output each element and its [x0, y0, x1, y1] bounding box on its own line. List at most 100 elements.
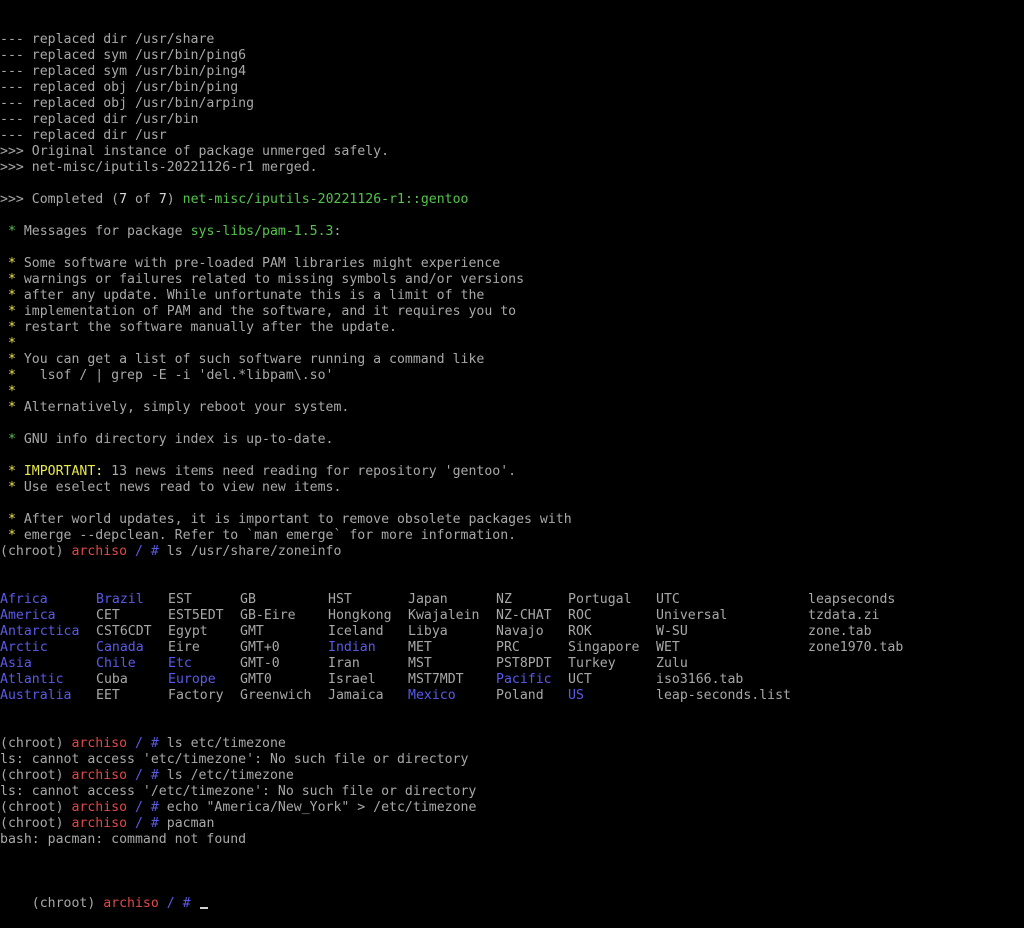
terminal-line: --- replaced sym /usr/bin/ping4 — [0, 64, 1024, 80]
directory-entry: Antarctica — [0, 624, 80, 639]
file-entry: Cuba — [96, 672, 128, 687]
terminal-text: : — [333, 224, 342, 239]
terminal-line: * You can get a list of such software ru… — [0, 352, 1024, 368]
listing-row: America CET EST5EDT GB-Eire Hongkong Kwajalei… — [0, 608, 1024, 624]
terminal-text: ls /usr/share/zoneinfo — [166, 544, 342, 559]
file-entry: GMT — [240, 624, 264, 639]
zoneinfo-listing: Africa Brazil EST GB HST Japan NZ Portugal UTC le… — [0, 592, 1024, 704]
terminal-line: --- replaced obj /usr/bin/ping — [0, 80, 1024, 96]
terminal-text: --- replaced obj /usr/bin/ping — [0, 80, 239, 95]
file-entry: GMT-0 — [240, 656, 280, 671]
terminal-text: archiso — [71, 768, 128, 783]
terminal-line: >>> Completed (7 of 7) net-misc/iputils-… — [0, 192, 1024, 208]
terminal-text: / # — [127, 736, 167, 751]
directory-entry: Indian — [328, 640, 376, 655]
file-entry: WET — [656, 640, 680, 655]
terminal-text: * — [0, 368, 24, 383]
file-entry: Factory — [168, 688, 224, 703]
terminal-line: bash: pacman: command not found — [0, 832, 1024, 848]
terminal-line: (chroot) archiso / # pacman — [0, 816, 1024, 832]
terminal-text: ls: cannot access 'etc/timezone': No suc… — [0, 752, 469, 767]
terminal-line: * Messages for package sys-libs/pam-1.5.… — [0, 224, 1024, 240]
listing-row: Asia Chile Etc GMT-0 Iran MST PST8PDT Turkey Zul… — [0, 656, 1024, 672]
terminal-text: * — [0, 528, 24, 543]
command-prompt-line[interactable]: (chroot) archiso / # — [0, 880, 1024, 911]
terminal-line: --- replaced dir /usr/bin — [0, 112, 1024, 128]
terminal-text: --- replaced sym /usr/bin/ping6 — [0, 48, 247, 63]
file-entry: Portugal — [568, 592, 632, 607]
terminal-text: ) — [166, 192, 183, 207]
terminal-text: * — [0, 288, 24, 303]
terminal-line: (chroot) archiso / # ls /usr/share/zonei… — [0, 544, 1024, 560]
terminal-text: --- replaced sym /usr/bin/ping4 — [0, 64, 247, 79]
file-entry: CST6CDT — [96, 624, 152, 639]
terminal-text: * — [0, 432, 24, 447]
terminal-text: * — [0, 384, 24, 399]
terminal-line: * implementation of PAM and the software… — [0, 304, 1024, 320]
file-entry: ROK — [568, 624, 592, 639]
terminal-text: GNU info directory index is up-to-date. — [23, 432, 334, 447]
terminal-text: pacman — [166, 816, 215, 831]
terminal-text: lsof / | grep -E -i 'del.*libpam\.so' — [23, 368, 334, 383]
text-cursor[interactable] — [199, 907, 208, 909]
terminal-text: * — [0, 224, 24, 239]
terminal-text: Use — [23, 480, 56, 495]
file-entry: GMT+0 — [240, 640, 280, 655]
directory-entry: Europe — [168, 672, 216, 687]
file-entry: zone1970.tab — [808, 640, 904, 655]
terminal-text: >>> Original instance of package unmerge… — [0, 144, 390, 159]
terminal-line: * warnings or failures related to missin… — [0, 272, 1024, 288]
terminal-line: * — [0, 336, 1024, 352]
terminal-line: * emerge --depclean. Refer to `man emerg… — [0, 528, 1024, 544]
terminal-line: * lsof / | grep -E -i 'del.*libpam\.so' — [0, 368, 1024, 384]
file-entry: EST — [168, 592, 192, 607]
terminal-line: --- replaced sym /usr/bin/ping6 — [0, 48, 1024, 64]
file-entry: GB-Eire — [240, 608, 296, 623]
terminal-text: * — [0, 464, 24, 479]
file-entry: EST5EDT — [168, 608, 224, 623]
directory-entry: Etc — [168, 656, 192, 671]
file-entry: Israel — [328, 672, 376, 687]
file-entry: zone.tab — [808, 624, 872, 639]
directory-entry: Atlantic — [0, 672, 64, 687]
file-entry: Poland — [496, 688, 544, 703]
terminal-text: (chroot) — [0, 816, 72, 831]
terminal-text: of — [127, 192, 159, 207]
file-entry: HST — [328, 592, 352, 607]
file-entry: Turkey — [568, 656, 616, 671]
terminal-output-bottom: (chroot) archiso / # ls etc/timezone ls: … — [0, 736, 1024, 848]
terminal-text: * — [0, 512, 24, 527]
terminal-line: --- replaced obj /usr/bin/arping — [0, 96, 1024, 112]
terminal-line: * GNU info directory index is up-to-date… — [0, 432, 1024, 448]
terminal-text: 7 — [119, 192, 128, 207]
terminal-text: --- replaced dir /usr/share — [0, 32, 215, 47]
file-entry: UCT — [568, 672, 592, 687]
directory-entry: Africa — [0, 592, 48, 607]
terminal-text: net-misc/iputils-20221126-r1::gentoo — [182, 192, 469, 207]
terminal-line: * IMPORTANT: 13 news items need reading … — [0, 464, 1024, 480]
terminal-text: * — [0, 320, 24, 335]
terminal-line: ls: cannot access 'etc/timezone': No suc… — [0, 752, 1024, 768]
terminal-window[interactable]: --- replaced dir /usr/share --- replaced … — [0, 0, 1024, 911]
file-entry: MST — [408, 656, 432, 671]
file-entry: Hongkong — [328, 608, 392, 623]
terminal-line: (chroot) archiso / # ls etc/timezone — [0, 736, 1024, 752]
terminal-line: * After world updates, it is important t… — [0, 512, 1024, 528]
terminal-text: / # — [127, 816, 167, 831]
file-entry: NZ — [496, 592, 512, 607]
terminal-text: Alternatively, simply reboot your system… — [23, 400, 350, 415]
terminal-line: --- replaced dir /usr/share — [0, 32, 1024, 48]
file-entry: GMT0 — [240, 672, 272, 687]
terminal-line: * Use eselect news read to view new item… — [0, 480, 1024, 496]
terminal-line: --- replaced dir /usr — [0, 128, 1024, 144]
file-entry: tzdata.zi — [808, 608, 880, 623]
terminal-text: * — [0, 480, 24, 495]
file-entry: iso3166.tab — [656, 672, 744, 687]
terminal-line: * — [0, 384, 1024, 400]
prompt-chroot: (chroot) — [31, 896, 104, 911]
terminal-line: * restart the software manually after th… — [0, 320, 1024, 336]
prompt-hostname: archiso — [103, 896, 159, 911]
terminal-text: archiso — [71, 736, 128, 751]
